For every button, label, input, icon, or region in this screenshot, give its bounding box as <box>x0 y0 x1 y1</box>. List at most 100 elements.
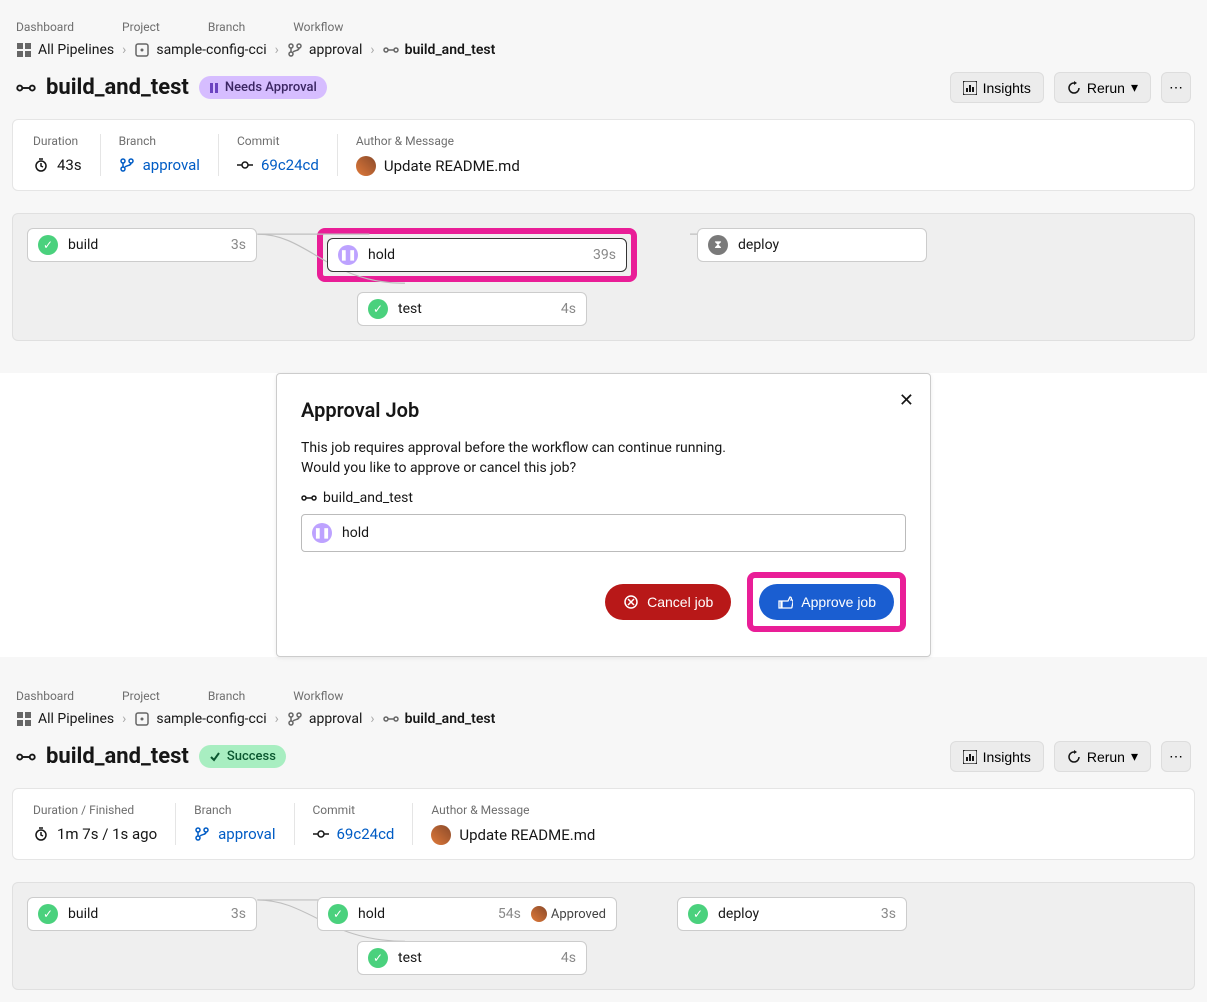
approve-job-button[interactable]: Approve job <box>759 584 894 620</box>
cancel-icon <box>623 594 639 610</box>
check-icon: ✓ <box>38 235 58 255</box>
duration-value: 1m 7s / 1s ago <box>57 825 157 843</box>
bc-project[interactable]: sample-config-cci <box>134 711 266 727</box>
commit-message: Update README.md <box>459 826 595 844</box>
breadcrumb: All Pipelines › sample-config-cci › appr… <box>12 707 1195 731</box>
bc-header-branch: Branch <box>208 20 245 34</box>
duration-value: 43s <box>57 156 82 174</box>
status-badge: Needs Approval <box>199 76 327 99</box>
more-button[interactable]: ⋯ <box>1161 741 1191 772</box>
grid-icon <box>16 42 32 58</box>
approved-label: Approved <box>531 906 606 922</box>
check-icon: ✓ <box>38 904 58 924</box>
avatar <box>531 906 547 922</box>
highlight-hold-job: ❚❚ hold 39s <box>317 228 637 282</box>
ellipsis-icon: ⋯ <box>1169 79 1183 96</box>
chevron-right-icon: › <box>275 42 279 58</box>
commit-label: Commit <box>313 803 395 817</box>
commit-link[interactable]: 69c24cd <box>261 156 319 174</box>
cancel-job-button[interactable]: Cancel job <box>605 584 731 620</box>
duration-label: Duration <box>33 134 82 148</box>
branch-link[interactable]: approval <box>218 825 275 843</box>
bc-header-branch: Branch <box>208 689 245 703</box>
more-button[interactable]: ⋯ <box>1161 72 1191 103</box>
insights-button[interactable]: Insights <box>950 741 1044 772</box>
bc-workflow[interactable]: build_and_test <box>383 42 496 58</box>
job-node-build[interactable]: ✓ build 3s <box>27 897 257 931</box>
job-node-build[interactable]: ✓ build 3s <box>27 228 257 262</box>
bc-all-pipelines[interactable]: All Pipelines <box>16 42 114 58</box>
job-node-hold[interactable]: ❚❚ hold 39s <box>327 238 627 272</box>
avatar <box>431 825 451 845</box>
workflow-icon <box>301 490 317 506</box>
pause-icon <box>209 83 219 93</box>
grid-icon <box>16 711 32 727</box>
commit-message: Update README.md <box>384 157 520 175</box>
job-node-deploy[interactable]: ⧗ deploy <box>697 228 927 262</box>
page-title: build_and_test <box>46 75 189 100</box>
branch-icon <box>287 711 303 727</box>
modal-text1: This job requires approval before the wo… <box>301 440 906 456</box>
bc-header-project: Project <box>122 20 160 34</box>
hourglass-icon: ⧗ <box>708 235 728 255</box>
branch-label: Branch <box>194 803 275 817</box>
commit-link[interactable]: 69c24cd <box>337 825 395 843</box>
branch-icon <box>194 826 210 842</box>
chart-icon <box>963 81 977 95</box>
ellipsis-icon: ⋯ <box>1169 748 1183 765</box>
chevron-down-icon: ▾ <box>1131 79 1138 96</box>
pause-icon: ❚❚ <box>338 245 358 265</box>
repo-icon <box>134 42 150 58</box>
approval-modal: ✕ Approval Job This job requires approva… <box>276 373 931 657</box>
check-icon: ✓ <box>688 904 708 924</box>
branch-link[interactable]: approval <box>143 156 200 174</box>
workflow-meta: Duration / Finished 1m 7s / 1s ago Branc… <box>12 788 1195 860</box>
check-icon: ✓ <box>328 904 348 924</box>
workflow-icon <box>383 711 399 727</box>
check-icon: ✓ <box>368 948 388 968</box>
author-label: Author & Message <box>431 803 595 817</box>
bc-header-project: Project <box>122 689 160 703</box>
job-node-deploy[interactable]: ✓ deploy 3s <box>677 897 907 931</box>
pause-icon: ❚❚ <box>312 523 332 543</box>
check-icon <box>209 751 221 763</box>
bc-workflow[interactable]: build_and_test <box>383 711 496 727</box>
bc-branch[interactable]: approval <box>287 42 363 58</box>
chevron-down-icon: ▾ <box>1131 748 1138 765</box>
page-title: build_and_test <box>46 744 189 769</box>
branch-icon <box>119 157 135 173</box>
insights-button[interactable]: Insights <box>950 72 1044 103</box>
workflow-icon <box>16 747 36 767</box>
chevron-right-icon: › <box>370 42 374 58</box>
commit-label: Commit <box>237 134 319 148</box>
author-label: Author & Message <box>356 134 520 148</box>
bc-header-workflow: Workflow <box>293 689 343 703</box>
modal-text2: Would you like to approve or cancel this… <box>301 460 906 476</box>
commit-icon <box>313 826 329 842</box>
rerun-button[interactable]: Rerun ▾ <box>1054 72 1151 103</box>
chevron-right-icon: › <box>122 42 126 58</box>
job-node-test[interactable]: ✓ test 4s <box>357 941 587 975</box>
rerun-button[interactable]: Rerun ▾ <box>1054 741 1151 772</box>
status-badge: Success <box>199 745 286 768</box>
bc-header-dashboard: Dashboard <box>16 20 74 34</box>
duration-label: Duration / Finished <box>33 803 157 817</box>
stopwatch-icon <box>33 157 49 173</box>
chevron-right-icon: › <box>370 711 374 727</box>
highlight-approve-button: Approve job <box>747 572 906 632</box>
avatar <box>356 156 376 176</box>
bc-branch[interactable]: approval <box>287 711 363 727</box>
chart-icon <box>963 750 977 764</box>
modal-title: Approval Job <box>301 398 906 422</box>
commit-icon <box>237 157 253 173</box>
breadcrumb: All Pipelines › sample-config-cci › appr… <box>12 38 1195 62</box>
bc-project[interactable]: sample-config-cci <box>134 42 266 58</box>
workflow-icon <box>383 42 399 58</box>
close-button[interactable]: ✕ <box>899 390 914 411</box>
workflow-icon <box>16 78 36 98</box>
job-node-test[interactable]: ✓ test 4s <box>357 292 587 326</box>
modal-job-row: ❚❚ hold <box>301 514 906 552</box>
job-node-hold[interactable]: ✓ hold 54s Approved <box>317 897 617 931</box>
modal-workflow: build_and_test <box>323 490 413 506</box>
bc-all-pipelines[interactable]: All Pipelines <box>16 711 114 727</box>
